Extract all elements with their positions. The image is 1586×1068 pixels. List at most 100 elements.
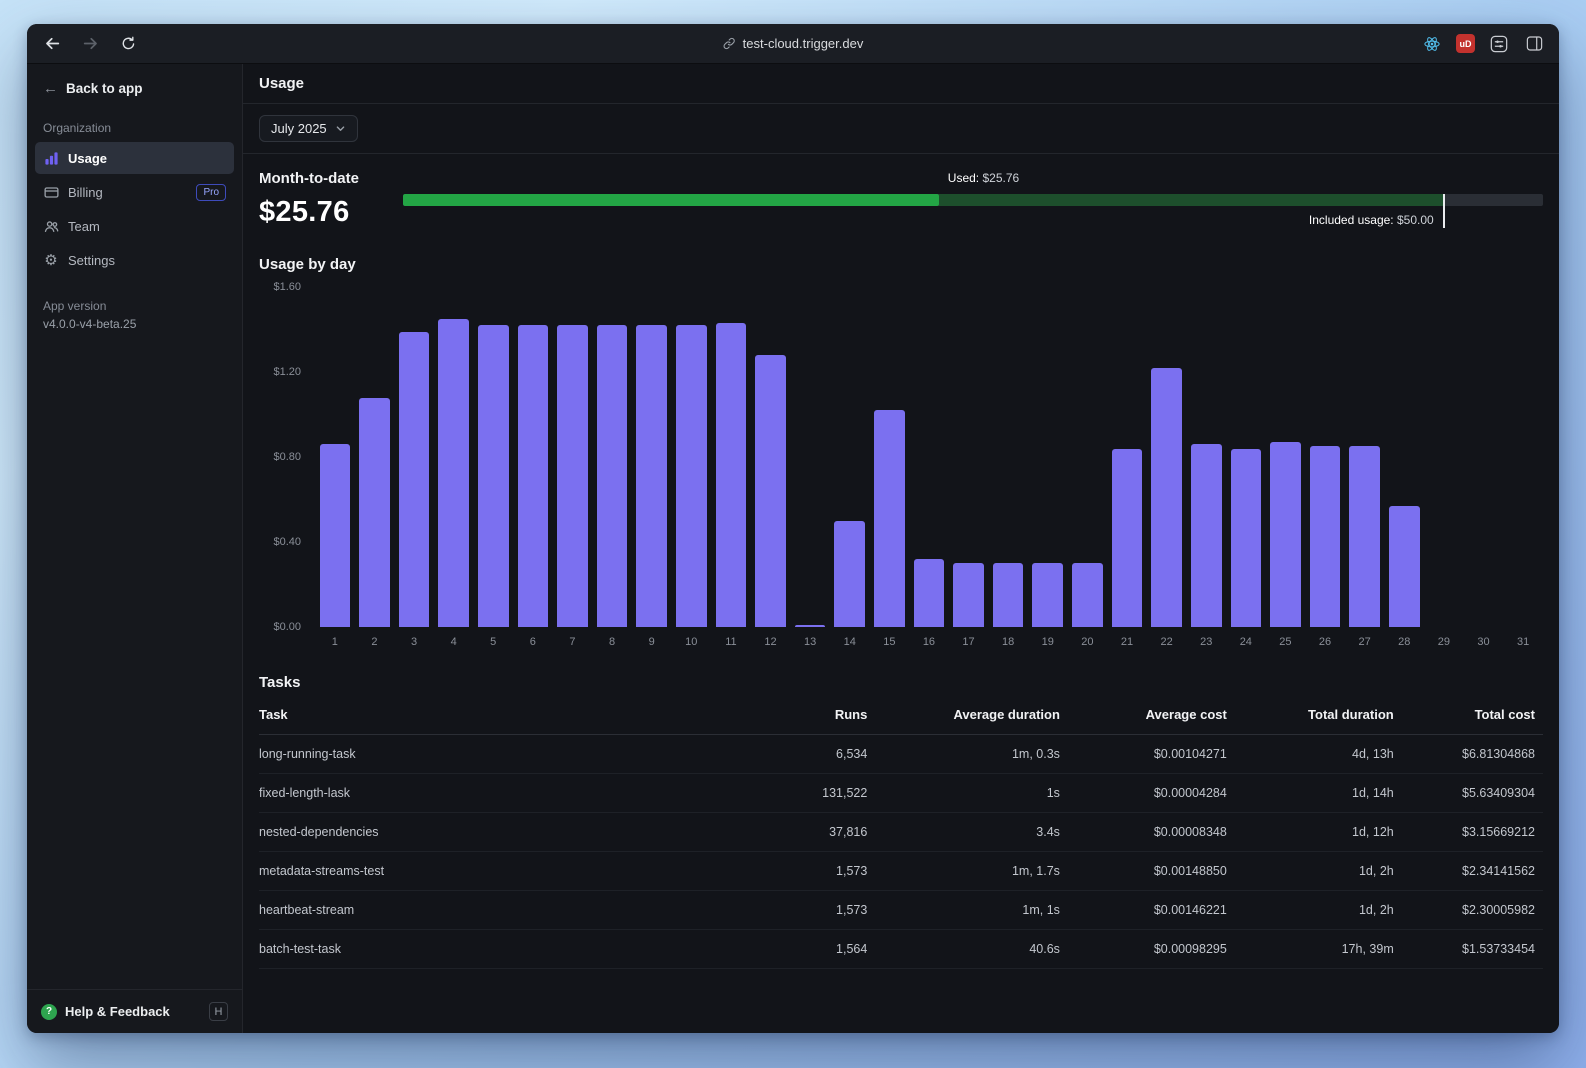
usage-progress-bar <box>403 194 1543 206</box>
chart-bar-slot <box>632 287 672 627</box>
chart-bar <box>755 355 786 627</box>
chart-bar-slot <box>1028 287 1068 627</box>
browser-toolbar: test-cloud.trigger.dev uD <box>27 24 1559 64</box>
month-selector-dropdown[interactable]: July 2025 <box>259 115 358 142</box>
progress-included-segment <box>938 194 1443 206</box>
chart-bar <box>874 410 905 627</box>
x-axis-label: 19 <box>1041 636 1054 648</box>
chart-bar <box>834 520 866 627</box>
table-row: fixed-length-lask 131,522 1s $0.00004284 1d,… <box>259 773 1543 813</box>
month-to-date-section: Month-to-date $25.76 Used: $25.76 Includ… <box>259 154 1543 240</box>
app-version-value: v4.0.0-v4-beta.25 <box>43 317 137 331</box>
page-header: Usage <box>243 64 1559 104</box>
sidebar-item-label: Settings <box>68 252 115 268</box>
x-axis-label: 28 <box>1398 636 1411 648</box>
chart-bar-slot <box>315 287 355 627</box>
table-row: batch-test-task 1,564 40.6s $0.00098295 17h,… <box>259 929 1543 969</box>
sidebar-item-label: Billing <box>68 184 103 200</box>
value-cell: 3.4s <box>875 812 1068 852</box>
x-axis-label: 9 <box>648 636 655 648</box>
sidebar-item-usage[interactable]: Usage <box>35 142 234 174</box>
tasks-table-body: long-running-task 6,534 1m, 0.3s $0.0010427… <box>259 734 1543 969</box>
chart-bar <box>1349 446 1380 627</box>
sidebar-item-billing[interactable]: Billing Pro <box>35 176 234 208</box>
help-shortcut-key: H <box>209 1002 228 1021</box>
y-axis-tick: $1.60 <box>273 281 301 293</box>
forward-icon[interactable] <box>79 33 101 55</box>
y-axis-tick: $0.00 <box>273 621 301 633</box>
chart-bar <box>1190 444 1222 627</box>
chart-bar-slot <box>909 287 949 627</box>
chart-bar <box>913 559 945 627</box>
chart-bar-slot <box>1186 287 1226 627</box>
chart-bar <box>636 325 667 627</box>
chart-bar-slot <box>1107 287 1147 627</box>
chart-bar-slot <box>1266 287 1306 627</box>
chart-x-labels: 1 2 3 4 5 6 7 8 9 10 11 12 13 14 15 16 17 18 19 20 21 22 23 24 2… <box>315 636 1543 648</box>
chart-bar <box>992 563 1024 627</box>
people-icon <box>43 219 59 234</box>
sidebar-item-label: Team <box>68 218 100 234</box>
value-cell: 37,816 <box>734 812 876 852</box>
main-content: Usage July 2025 Month-to-date $25.76 Use… <box>243 64 1559 1033</box>
value-cell: 1d, 14h <box>1234 773 1402 813</box>
x-axis-label: 30 <box>1477 636 1490 648</box>
chart-bar <box>319 444 351 627</box>
usage-progress: Used: $25.76 Included usage: $50.00 <box>403 170 1543 238</box>
address-bar[interactable]: test-cloud.trigger.dev <box>723 24 863 63</box>
chart-bar-slot <box>711 287 751 627</box>
value-cell: 1m, 1.7s <box>875 851 1068 891</box>
help-feedback-label: Help & Feedback <box>65 1004 170 1019</box>
value-cell: $0.00148850 <box>1067 851 1235 891</box>
table-row: heartbeat-stream 1,573 1m, 1s $0.00146221 1d… <box>259 890 1543 930</box>
progress-used-segment <box>403 194 939 206</box>
chart-bar <box>1270 442 1301 627</box>
x-axis-label: 27 <box>1358 636 1371 648</box>
back-to-app-link[interactable]: ← Back to app <box>27 64 242 107</box>
chart-bar <box>1111 448 1143 627</box>
help-feedback-row[interactable]: ? Help & Feedback H <box>27 989 242 1033</box>
chart-bar <box>1032 563 1064 627</box>
column-header: Average cost <box>1067 693 1235 735</box>
devtools-atom-icon[interactable] <box>1421 33 1443 55</box>
chart-bar-slot <box>553 287 593 627</box>
value-cell: $6.81304868 <box>1401 734 1543 774</box>
sidebar-item-label: Usage <box>68 150 108 166</box>
extension-badge-icon[interactable]: uD <box>1456 34 1475 53</box>
chevron-down-icon <box>336 126 344 131</box>
y-axis-tick: $0.80 <box>273 451 301 463</box>
sidebar-toggle-icon[interactable] <box>1523 33 1545 55</box>
sidebar-item-team[interactable]: Team <box>35 210 234 242</box>
back-arrow-icon: ← <box>43 80 58 97</box>
x-axis-label: 14 <box>843 636 856 648</box>
usage-by-day-title: Usage by day <box>259 256 356 273</box>
column-header: Task <box>259 693 735 735</box>
back-icon[interactable] <box>41 33 63 55</box>
value-cell: 131,522 <box>734 773 876 813</box>
chart-bar-slot <box>1345 287 1385 627</box>
chart-bar-slot <box>988 287 1028 627</box>
table-row: nested-dependencies 37,816 3.4s $0.00008348… <box>259 812 1543 852</box>
chart-bar-slot <box>1503 287 1543 627</box>
table-row: long-running-task 6,534 1m, 0.3s $0.0010427… <box>259 734 1543 774</box>
sidebar-item-settings[interactable]: ⚙ Settings <box>35 244 234 276</box>
help-icon: ? <box>41 1003 57 1020</box>
x-axis-label: 8 <box>609 636 616 648</box>
value-cell: $2.30005982 <box>1401 890 1543 930</box>
y-axis-tick: $1.20 <box>273 366 301 378</box>
task-name-cell: heartbeat-stream <box>259 890 735 930</box>
chart-bar-slot <box>949 287 989 627</box>
page-title: Usage <box>259 75 305 92</box>
usage-by-day-section: Usage by day $0.00 $0.40 $0.80 $1.20 $1.60 1… <box>259 256 1543 648</box>
y-axis-tick: $0.40 <box>273 536 301 548</box>
value-cell: 1d, 12h <box>1234 812 1402 852</box>
tune-filters-icon[interactable] <box>1488 33 1510 55</box>
reload-icon[interactable] <box>117 33 139 55</box>
chart-bar-slot <box>592 287 632 627</box>
bar-chart-icon <box>43 151 59 166</box>
included-usage-label: Included usage: $50.00 <box>1308 213 1434 227</box>
chart-bar <box>438 318 469 627</box>
x-axis-label: 16 <box>922 636 936 648</box>
x-axis-label: 29 <box>1437 636 1450 648</box>
task-name-cell: long-running-task <box>259 734 735 774</box>
